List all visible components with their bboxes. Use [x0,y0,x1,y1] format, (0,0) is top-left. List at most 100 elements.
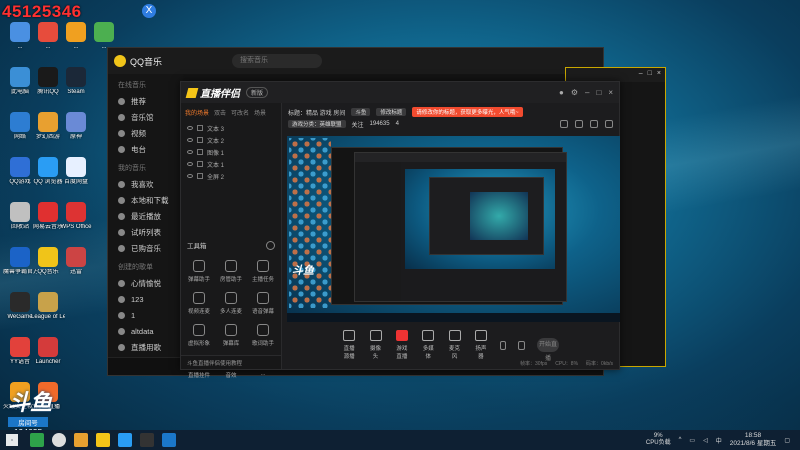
settings-icon[interactable]: ⚙ [571,88,578,97]
wechat-icon[interactable] [30,433,44,447]
desktop-icon[interactable]: Steam [59,67,93,96]
playlist-item[interactable]: 心情愉悦 [108,275,183,291]
tool-label: 音效 [225,373,237,379]
scene-tab[interactable]: 可改名 [231,108,249,117]
control-button[interactable]: 麦克风 [447,330,461,360]
playlist-item[interactable]: altdata [108,323,183,339]
source-item[interactable]: 文本 3 [181,122,281,134]
control-button[interactable]: 直播源播 [342,330,356,360]
sidebar-item[interactable]: 电台 [108,141,183,157]
minimize-icon[interactable]: – [639,70,643,80]
record-icon[interactable] [590,120,598,128]
toolbox-item[interactable]: 主播任务 [247,260,279,283]
control-button[interactable]: 游戏直播 [395,330,409,360]
toolbox-item[interactable]: 多人连麦 [215,292,247,315]
folder-icon[interactable] [74,433,88,447]
control-button[interactable]: 扬声器 [474,330,488,360]
stream-preview[interactable]: 斗鱼 [287,136,620,322]
toolbox-item[interactable]: 房管助手 [215,260,247,283]
eye-icon[interactable] [187,150,193,154]
overlay-close-icon[interactable]: X [142,4,156,18]
playlist-item[interactable]: 123 [108,291,183,307]
minimize-icon[interactable]: – [585,88,589,97]
lock-icon[interactable] [197,149,203,155]
playlist-item[interactable]: 直播用歌 [108,339,183,355]
promo-banner[interactable]: 请修改你的标题，获取更多曝光，人气哦~ [412,107,523,117]
game-icon[interactable] [140,433,154,447]
close-icon[interactable]: × [608,88,613,97]
settings-icon[interactable] [518,340,525,350]
toolbox-item[interactable]: 歌词助手 [247,324,279,347]
scene-tab[interactable]: 双击 [214,108,226,117]
edit-title-button[interactable]: 修改标题 [376,108,407,116]
clock[interactable]: 18:58 2021/8/6 星期五 [730,432,777,448]
avatar-icon[interactable]: ● [559,88,564,97]
toolbox-item[interactable]: 语音弹幕 [247,292,279,315]
desktop-icon[interactable]: 原神 [59,112,93,141]
desktop-icon[interactable]: 百度网盘 [59,157,93,186]
sidebar-item-label: 我喜欢 [131,179,154,189]
lock-icon[interactable] [197,161,203,167]
toolbox-item[interactable]: 虚拟形象 [183,324,215,347]
camera-icon[interactable] [500,340,507,350]
volume-icon[interactable]: ◁ [703,437,708,444]
zb-taskbar-icon[interactable] [96,433,110,447]
sidebar-item[interactable]: 我喜欢 [108,176,183,192]
start-live-button[interactable]: 开始直播 [536,338,559,362]
network-icon[interactable]: ▭ [689,437,695,444]
eye-icon[interactable] [187,126,193,130]
sidebar-item[interactable]: 视频 [108,125,183,141]
toolbox-item[interactable]: 视频连麦 [183,292,215,315]
eye-icon[interactable] [187,162,193,166]
control-button[interactable]: 多媒体 [421,330,435,360]
sidebar-item[interactable]: 推荐 [108,93,183,109]
toolbox-item[interactable]: 弹幕库 [215,324,247,347]
maximize-icon[interactable]: □ [648,70,652,80]
more-icon[interactable] [605,120,613,128]
toolbox-settings-icon[interactable] [266,240,275,250]
zb-version-badge[interactable]: 新版 [246,87,269,98]
scene-tab[interactable]: 我的场景 [185,108,209,117]
sidebar-item[interactable]: 本地和下载 [108,192,183,208]
qq-icon[interactable] [52,433,66,447]
sidebar-item[interactable]: 音乐馆 [108,109,183,125]
playlist-item-icon [118,295,125,303]
desktop-app-icon [10,67,30,87]
sidebar-item[interactable]: 试听列表 [108,224,183,240]
douyu-taskbar-icon[interactable] [162,433,176,447]
qq-music-search-input[interactable]: 搜索音乐 [232,54,323,68]
desktop-app-icon [66,67,86,87]
gift-icon[interactable] [575,120,583,128]
lock-icon[interactable] [197,173,203,179]
playlist-item[interactable]: 1 [108,307,183,323]
desktop-icon[interactable]: WPS Office [59,202,93,231]
notification-icon[interactable]: ▢ [784,437,790,444]
category-label[interactable]: 游戏分类：英雄联盟 [288,120,346,128]
desktop-icon[interactable]: League of Legends [31,292,65,321]
control-button[interactable]: 摄像头 [368,330,382,360]
toolbox-item[interactable]: 弹幕助手 [183,260,215,283]
source-item[interactable]: 文本 2 [181,134,281,146]
scene-tab[interactable]: 场景 [254,108,266,117]
source-item[interactable]: 图像 1 [181,146,281,158]
tutorial-link[interactable]: 斗鱼直播伴侣使用教程 [181,355,281,369]
desktop-icon[interactable]: Launcher [31,337,65,366]
ime-indicator[interactable]: 中 [716,436,722,445]
maximize-icon[interactable]: □ [596,88,601,97]
lock-icon[interactable] [197,125,203,131]
browser-icon[interactable] [118,433,132,447]
desktop-icon[interactable]: 迅雷 [59,247,93,276]
sidebar-item[interactable]: 最近播放 [108,208,183,224]
source-item[interactable]: 全屏 2 [181,170,281,182]
eye-icon[interactable] [187,174,193,178]
source-item[interactable]: 文本 1 [181,158,281,170]
eye-icon[interactable] [187,138,193,142]
lock-icon[interactable] [197,137,203,143]
sidebar-item[interactable]: 已购音乐 [108,240,183,256]
tool-label: 虚拟形象 [187,341,210,347]
share-icon[interactable] [560,120,568,128]
start-icon[interactable] [6,434,18,446]
up-arrow-icon[interactable]: ^ [679,437,682,443]
close-icon[interactable]: × [657,70,661,80]
status-item: CPU：8% [555,361,579,367]
